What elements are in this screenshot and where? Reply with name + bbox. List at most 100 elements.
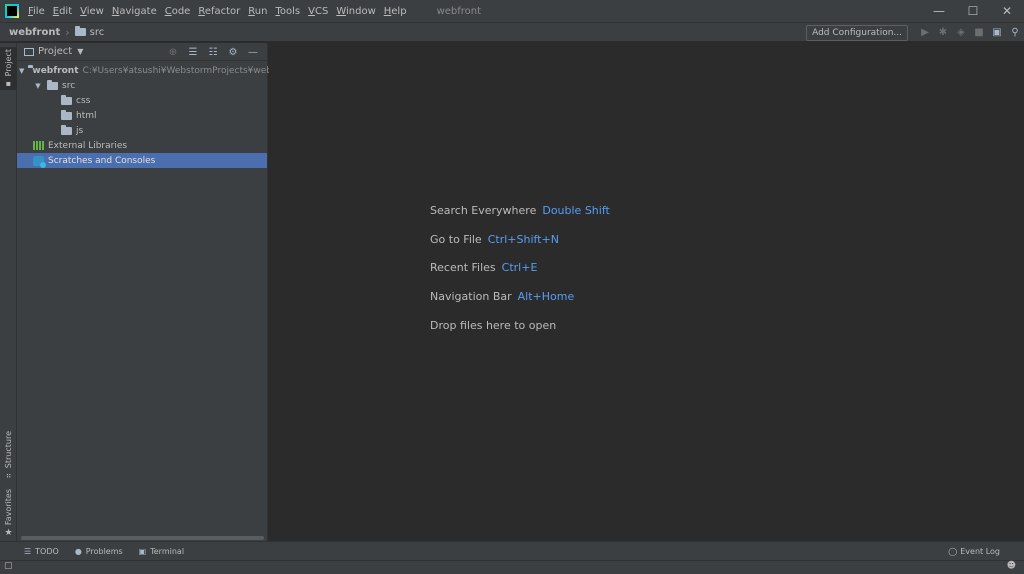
favorites-tool-label: Favorites xyxy=(4,489,13,526)
window-title: webfront xyxy=(436,5,482,17)
breadcrumb-src[interactable]: src xyxy=(74,26,105,38)
chevron-down-icon: ▼ xyxy=(77,47,84,56)
chevron-down-icon[interactable]: ▼ xyxy=(33,82,43,90)
webstorm-logo-icon xyxy=(5,4,19,18)
hint-shortcut: Alt+Home xyxy=(517,290,575,303)
run-toolbar: Add Configuration... ▶ ✱ ◈ ■ ▣ ⚲ xyxy=(806,23,1024,42)
tree-item-label: css xyxy=(76,95,91,106)
menu-window[interactable]: Window xyxy=(336,6,375,17)
project-panel-header: Project ▼ ⊕ ☰ ☷ ⚙ — xyxy=(17,43,267,61)
minimize-button[interactable]: — xyxy=(922,0,956,22)
hide-icon[interactable]: — xyxy=(243,47,263,58)
menu-code[interactable]: Code xyxy=(165,6,191,17)
locate-icon[interactable]: ⊕ xyxy=(163,47,183,58)
project-tree: ▼ webfront C:¥Users¥atsushi¥WebstormProj… xyxy=(17,63,293,168)
editor-area[interactable]: Search Everywhere Double Shift Go to File… xyxy=(269,43,1024,541)
project-tool-button[interactable]: Project ▪ xyxy=(0,47,17,91)
tree-item-src[interactable]: ▼ src xyxy=(17,78,267,93)
title-bar: File Edit View Navigate Code Refactor Ru… xyxy=(0,0,1024,22)
hint-label: Search Everywhere xyxy=(430,204,537,217)
event-log-tab[interactable]: ◯ Event Log xyxy=(948,542,1000,561)
menu-tools[interactable]: Tools xyxy=(275,6,300,17)
expand-all-icon[interactable]: ☰ xyxy=(183,47,203,58)
debug-icon[interactable]: ✱ xyxy=(934,25,952,41)
tree-item-html[interactable]: html xyxy=(17,108,267,123)
breadcrumb-src-label: src xyxy=(89,26,105,38)
info-icon: ● xyxy=(74,546,82,556)
breadcrumb-separator-icon: › xyxy=(65,25,70,39)
folder-icon xyxy=(61,94,72,105)
hint-shortcut: Double Shift xyxy=(542,204,610,217)
folder-icon: ▪ xyxy=(5,79,12,89)
tree-item-css[interactable]: css xyxy=(17,93,267,108)
menu-refactor[interactable]: Refactor xyxy=(198,6,240,17)
project-panel-tools: ⊕ ☰ ☷ ⚙ — xyxy=(163,43,263,61)
menu-vcs[interactable]: VCS xyxy=(308,6,328,17)
inspector-icon[interactable]: ☻ xyxy=(1007,561,1016,571)
scratches-icon xyxy=(33,155,46,168)
structure-icon: ⠶ xyxy=(5,471,12,481)
favorites-tool-button[interactable]: Favorites ★ xyxy=(0,489,17,538)
add-configuration-button[interactable]: Add Configuration... xyxy=(806,24,908,41)
coverage-icon[interactable]: ◈ xyxy=(952,25,970,41)
tree-item-label: webfront xyxy=(32,65,79,76)
hint-recent-files: Recent Files Ctrl+E xyxy=(430,261,537,274)
menu-view[interactable]: View xyxy=(80,6,104,17)
status-bar: ▢ ☻ xyxy=(0,560,1024,574)
hint-label: Navigation Bar xyxy=(430,290,512,303)
problems-tab[interactable]: ● Problems xyxy=(75,547,123,556)
project-view-selector[interactable]: Project ▼ xyxy=(24,46,83,57)
close-button[interactable]: ✕ xyxy=(990,0,1024,22)
tree-item-external-libraries[interactable]: External Libraries xyxy=(17,138,267,153)
left-tool-stripe: Project ▪ Structure ⠶ Favorites ★ xyxy=(0,43,17,541)
hint-drop-files: Drop files here to open xyxy=(430,319,557,332)
stop-icon[interactable]: ■ xyxy=(970,25,988,41)
project-view-icon xyxy=(24,47,34,56)
todo-tab[interactable]: ☰ TODO xyxy=(24,547,59,556)
search-icon[interactable]: ⚲ xyxy=(1006,25,1024,41)
hint-shortcut: Ctrl+Shift+N xyxy=(487,233,559,246)
todo-tab-label: TODO xyxy=(35,546,59,556)
event-log-icon: ◯ xyxy=(948,547,958,556)
project-structure-icon[interactable]: ▣ xyxy=(988,25,1006,41)
tree-item-label: html xyxy=(76,110,97,121)
gear-icon[interactable]: ⚙ xyxy=(223,47,243,58)
run-icon[interactable]: ▶ xyxy=(916,25,934,41)
hint-shortcut: Ctrl+E xyxy=(501,261,538,274)
breadcrumb-root[interactable]: webfront xyxy=(9,27,60,38)
chevron-down-icon[interactable]: ▼ xyxy=(19,67,24,75)
hint-label: Recent Files xyxy=(430,261,496,274)
event-log-label: Event Log xyxy=(960,547,1000,556)
menu-navigate[interactable]: Navigate xyxy=(112,6,157,17)
star-icon: ★ xyxy=(4,528,13,539)
hint-search-everywhere: Search Everywhere Double Shift xyxy=(430,204,610,217)
folder-icon xyxy=(47,79,58,90)
menu-help[interactable]: Help xyxy=(384,6,407,17)
tree-item-path: C:¥Users¥atsushi¥WebstormProjects¥webfro… xyxy=(82,65,294,76)
folder-icon xyxy=(74,26,86,36)
library-icon xyxy=(33,141,44,150)
menu-file[interactable]: File xyxy=(28,6,45,17)
maximize-button[interactable]: ☐ xyxy=(956,0,990,22)
tree-item-label: Scratches and Consoles xyxy=(48,155,156,166)
tree-item-webfront[interactable]: ▼ webfront C:¥Users¥atsushi¥WebstormProj… xyxy=(17,63,293,78)
menu-run[interactable]: Run xyxy=(248,6,267,17)
project-panel: Project ▼ ⊕ ☰ ☷ ⚙ — ▼ webfront C:¥Users¥… xyxy=(17,43,293,541)
tree-item-label: External Libraries xyxy=(48,140,128,151)
structure-tool-button[interactable]: Structure ⠶ xyxy=(0,431,17,480)
problems-tab-label: Problems xyxy=(85,546,123,556)
hint-go-to-file: Go to File Ctrl+Shift+N xyxy=(430,233,559,246)
tool-windows-icon[interactable]: ▢ xyxy=(4,561,13,571)
menu-edit[interactable]: Edit xyxy=(53,6,72,17)
tree-item-label: src xyxy=(62,80,76,91)
menu-bar: File Edit View Navigate Code Refactor Ru… xyxy=(28,6,415,17)
terminal-tab[interactable]: ▣ Terminal xyxy=(139,547,184,556)
window-controls: — ☐ ✕ xyxy=(922,0,1024,22)
collapse-all-icon[interactable]: ☷ xyxy=(203,47,223,58)
tree-item-scratches[interactable]: Scratches and Consoles xyxy=(17,153,267,168)
terminal-tab-label: Terminal xyxy=(150,546,185,556)
folder-icon xyxy=(61,109,72,120)
tree-item-js[interactable]: js xyxy=(17,123,267,138)
horizontal-scrollbar[interactable] xyxy=(21,536,264,540)
folder-icon xyxy=(61,124,72,135)
